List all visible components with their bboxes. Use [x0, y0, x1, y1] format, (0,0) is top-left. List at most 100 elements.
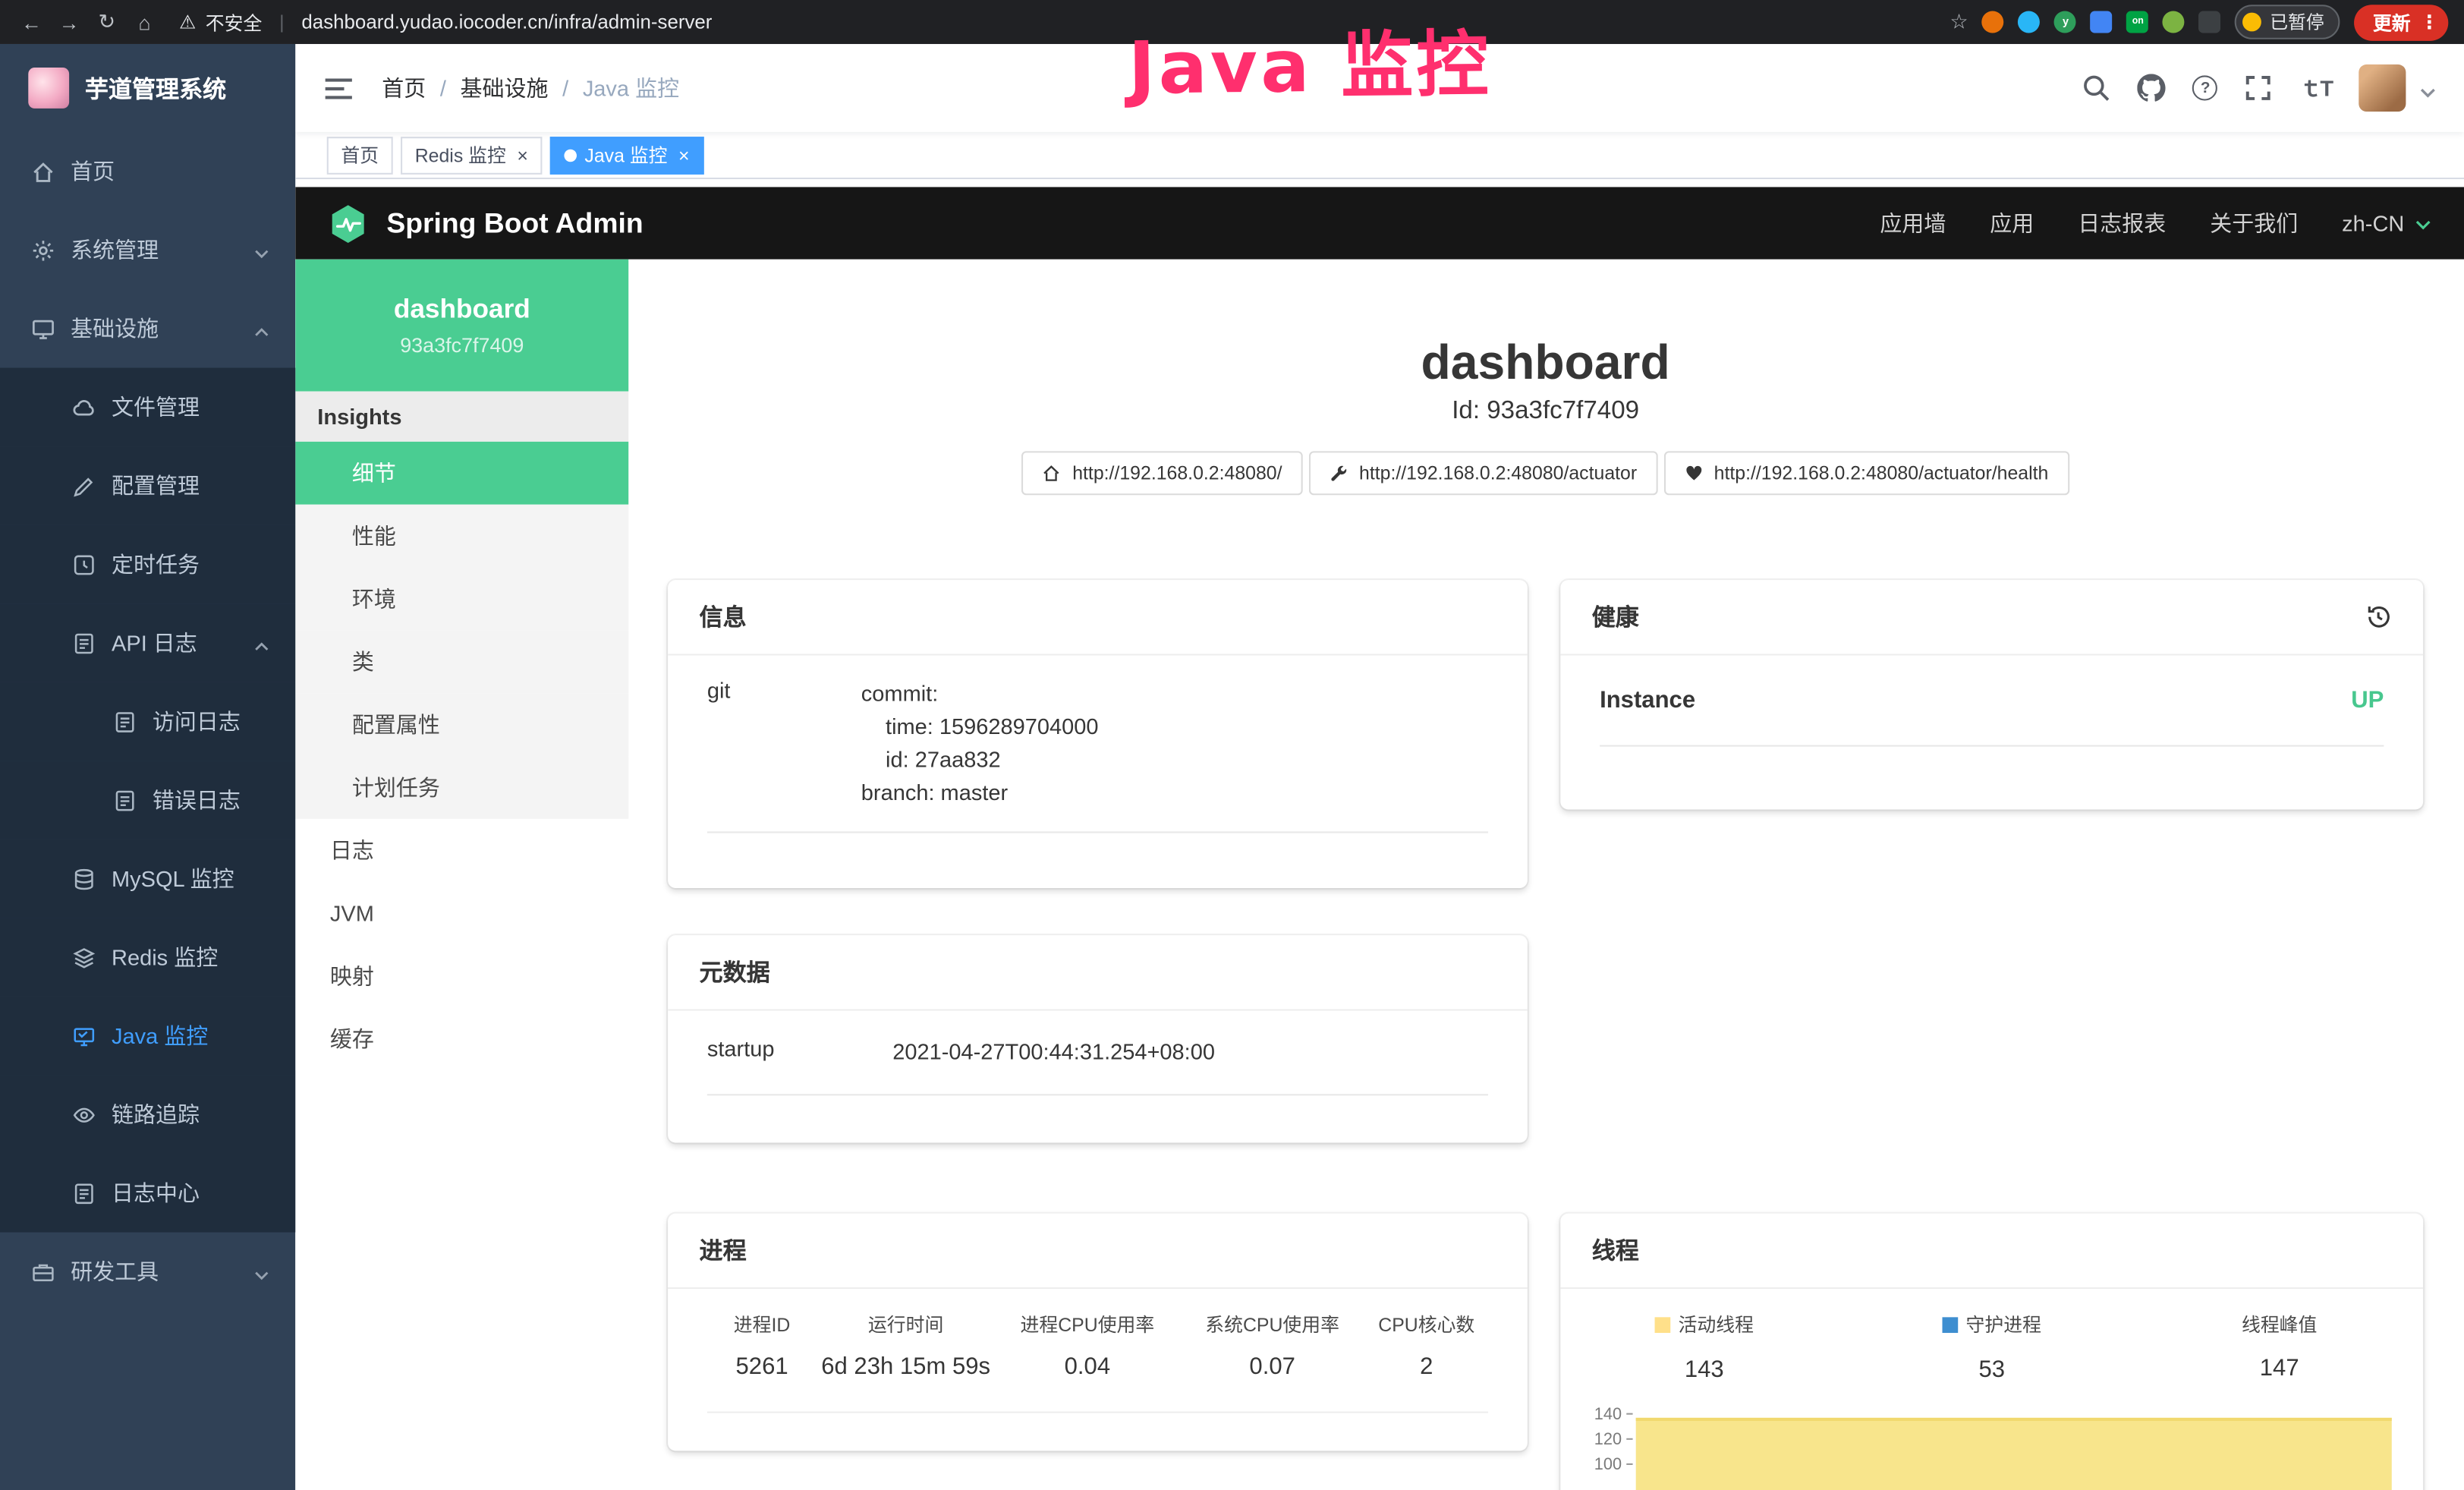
- breadcrumb-item-0[interactable]: 首页: [382, 72, 426, 103]
- process-value: 2: [1365, 1353, 1489, 1380]
- instance-link-0[interactable]: http://192.168.0.2:48080/: [1022, 451, 1303, 495]
- sidebar-item-access-log[interactable]: 访问日志: [0, 682, 295, 761]
- sidebar-item-java[interactable]: Java 监控: [0, 997, 295, 1076]
- sba-insight-item-0[interactable]: 细节: [295, 442, 628, 505]
- sidebar-item-job[interactable]: 定时任务: [0, 525, 295, 604]
- font-size-icon[interactable]: ｔT: [2299, 72, 2332, 103]
- sba-nav-item-1[interactable]: 应用: [1990, 207, 2034, 238]
- sba-root-item-2[interactable]: 映射: [295, 945, 628, 1008]
- sba-content: dashboard Id: 93a3fc7f7409 http://192.16…: [628, 260, 2464, 1490]
- insights-section-label: Insights: [295, 392, 628, 442]
- avatar-caret-down-icon[interactable]: [2420, 80, 2436, 96]
- puzzle-extension-icon[interactable]: [2199, 11, 2221, 33]
- sidebar-item-error-log[interactable]: 错误日志: [0, 761, 295, 840]
- locale-selector[interactable]: zh-CN: [2342, 210, 2432, 235]
- warning-icon: ⚠: [179, 11, 196, 33]
- breadcrumb: 首页/基础设施/Java 监控: [382, 72, 679, 103]
- extension-icon[interactable]: [1982, 11, 2004, 33]
- sidebar-item-log-center[interactable]: 日志中心: [0, 1154, 295, 1233]
- tab-2[interactable]: Java 监控×: [550, 136, 703, 174]
- extension-icon[interactable]: [2019, 11, 2041, 33]
- process-value: 0.04: [995, 1353, 1180, 1380]
- legend-swatch-icon: [1655, 1316, 1671, 1332]
- extension-icon[interactable]: on: [2127, 11, 2149, 33]
- sba-insight-item-2[interactable]: 环境: [295, 568, 628, 631]
- page-header: 首页/基础设施/Java 监控 ?: [295, 44, 2464, 132]
- address-bar[interactable]: ⚠ 不安全 | dashboard.yudao.iocoder.cn/infra…: [179, 8, 712, 35]
- hamburger-icon[interactable]: [324, 76, 354, 99]
- sba-insight-item-1[interactable]: 性能: [295, 505, 628, 568]
- instance-link-1[interactable]: http://192.168.0.2:48080/actuator: [1309, 451, 1657, 495]
- sba-instance-header[interactable]: dashboard 93a3fc7f7409: [295, 260, 628, 392]
- doc-icon: [113, 789, 137, 812]
- bookmark-star-icon[interactable]: ☆: [1950, 9, 1968, 34]
- legend-swatch-icon: [1942, 1316, 1958, 1332]
- reload-icon[interactable]: ↻: [91, 6, 122, 37]
- health-card: 健康: [1560, 580, 2423, 809]
- extension-icon[interactable]: [2091, 11, 2113, 33]
- sidebar-menu: 首页系统管理基础设施文件管理配置管理定时任务API 日志访问日志错误日志MySQ…: [0, 132, 295, 1311]
- back-icon[interactable]: ←: [16, 6, 47, 37]
- sidebar-item-trace[interactable]: 链路追踪: [0, 1075, 295, 1154]
- sidebar-item-api-log[interactable]: API 日志: [0, 603, 295, 682]
- app-title: 芋道管理系统: [85, 71, 226, 104]
- extension-icon[interactable]: [2163, 11, 2185, 33]
- breadcrumb-item-1[interactable]: 基础设施: [461, 72, 549, 103]
- chart-y-tick: 120: [1579, 1426, 1632, 1451]
- instance-name: dashboard: [394, 294, 530, 325]
- sba-root-item-3[interactable]: 缓存: [295, 1007, 628, 1070]
- sba-root-item-0[interactable]: 日志: [295, 819, 628, 882]
- search-icon[interactable]: [2083, 74, 2111, 102]
- sba-root-item-1[interactable]: JVM: [295, 882, 628, 945]
- sidebar-item-infra[interactable]: 基础设施: [0, 289, 295, 368]
- process-card: 进程 进程ID运行时间进程CPU使用率系统CPU使用率CPU核心数 52616d…: [668, 1214, 1528, 1451]
- metadata-card: 元数据 startup 2021-04-27T00:44:31.254+08:0…: [668, 935, 1528, 1142]
- sba-sidebar: dashboard 93a3fc7f7409 Insights 细节性能环境类配…: [295, 260, 628, 1490]
- info-card: 信息 git commit: time: 1596289704000 id: 2…: [668, 580, 1528, 888]
- sba-insight-item-4[interactable]: 配置属性: [295, 693, 628, 756]
- sba-insight-item-5[interactable]: 计划任务: [295, 756, 628, 819]
- chrome-menu-icon[interactable]: ⋮: [2420, 11, 2439, 33]
- sidebar-item-home[interactable]: 首页: [0, 132, 295, 211]
- sba-nav-item-0[interactable]: 应用墙: [1880, 207, 1946, 238]
- tab-1[interactable]: Redis 监控×: [401, 136, 542, 174]
- sidebar-item-devtools[interactable]: 研发工具: [0, 1233, 295, 1312]
- forward-icon[interactable]: →: [53, 6, 84, 37]
- user-avatar[interactable]: [2359, 65, 2406, 112]
- help-icon[interactable]: ?: [2193, 75, 2218, 100]
- sidebar-item-file[interactable]: 文件管理: [0, 368, 295, 447]
- sidebar-item-system[interactable]: 系统管理: [0, 210, 295, 289]
- tab-0[interactable]: 首页: [327, 136, 393, 174]
- toolbox-icon: [31, 1260, 55, 1284]
- instance-link-2[interactable]: http://192.168.0.2:48080/actuator/health: [1663, 451, 2069, 495]
- sidebar-logo[interactable]: 芋道管理系统: [0, 44, 295, 132]
- home-icon: [31, 159, 55, 183]
- process-value: 5261: [707, 1353, 817, 1380]
- threads-legend: 活动线程143守护进程53线程峰值147: [1560, 1311, 2423, 1382]
- sidebar-item-config[interactable]: 配置管理: [0, 446, 295, 525]
- layers-icon: [72, 946, 96, 969]
- insights-menu: 细节性能环境类配置属性计划任务: [295, 442, 628, 819]
- cloud-icon: [72, 395, 96, 419]
- paused-badge[interactable]: 已暂停: [2236, 5, 2340, 39]
- chevron-up-icon: [253, 320, 270, 337]
- sidebar-item-redis[interactable]: Redis 监控: [0, 918, 295, 997]
- history-icon[interactable]: [2365, 603, 2392, 630]
- sidebar-item-mysql[interactable]: MySQL 监控: [0, 840, 295, 918]
- sba-insight-item-3[interactable]: 类: [295, 630, 628, 693]
- update-button[interactable]: 更新 ⋮: [2354, 4, 2448, 40]
- health-card-header: 健康: [1560, 580, 2423, 655]
- locale-caret-down-icon: [2414, 214, 2433, 233]
- sba-brand[interactable]: Spring Boot Admin: [327, 202, 644, 244]
- browser-home-icon[interactable]: ⌂: [129, 6, 160, 37]
- close-icon[interactable]: ×: [678, 146, 690, 165]
- chart-y-tick: 140: [1579, 1401, 1632, 1426]
- extension-icon[interactable]: y: [2055, 11, 2077, 33]
- fullscreen-icon[interactable]: [2245, 74, 2273, 102]
- github-icon[interactable]: [2138, 74, 2166, 102]
- sba-nav-item-3[interactable]: 关于我们: [2210, 207, 2298, 238]
- security-label: 不安全: [206, 8, 263, 35]
- close-icon[interactable]: ×: [517, 146, 528, 165]
- tab-label: 首页: [341, 141, 379, 168]
- sba-nav-item-2[interactable]: 日志报表: [2078, 207, 2166, 238]
